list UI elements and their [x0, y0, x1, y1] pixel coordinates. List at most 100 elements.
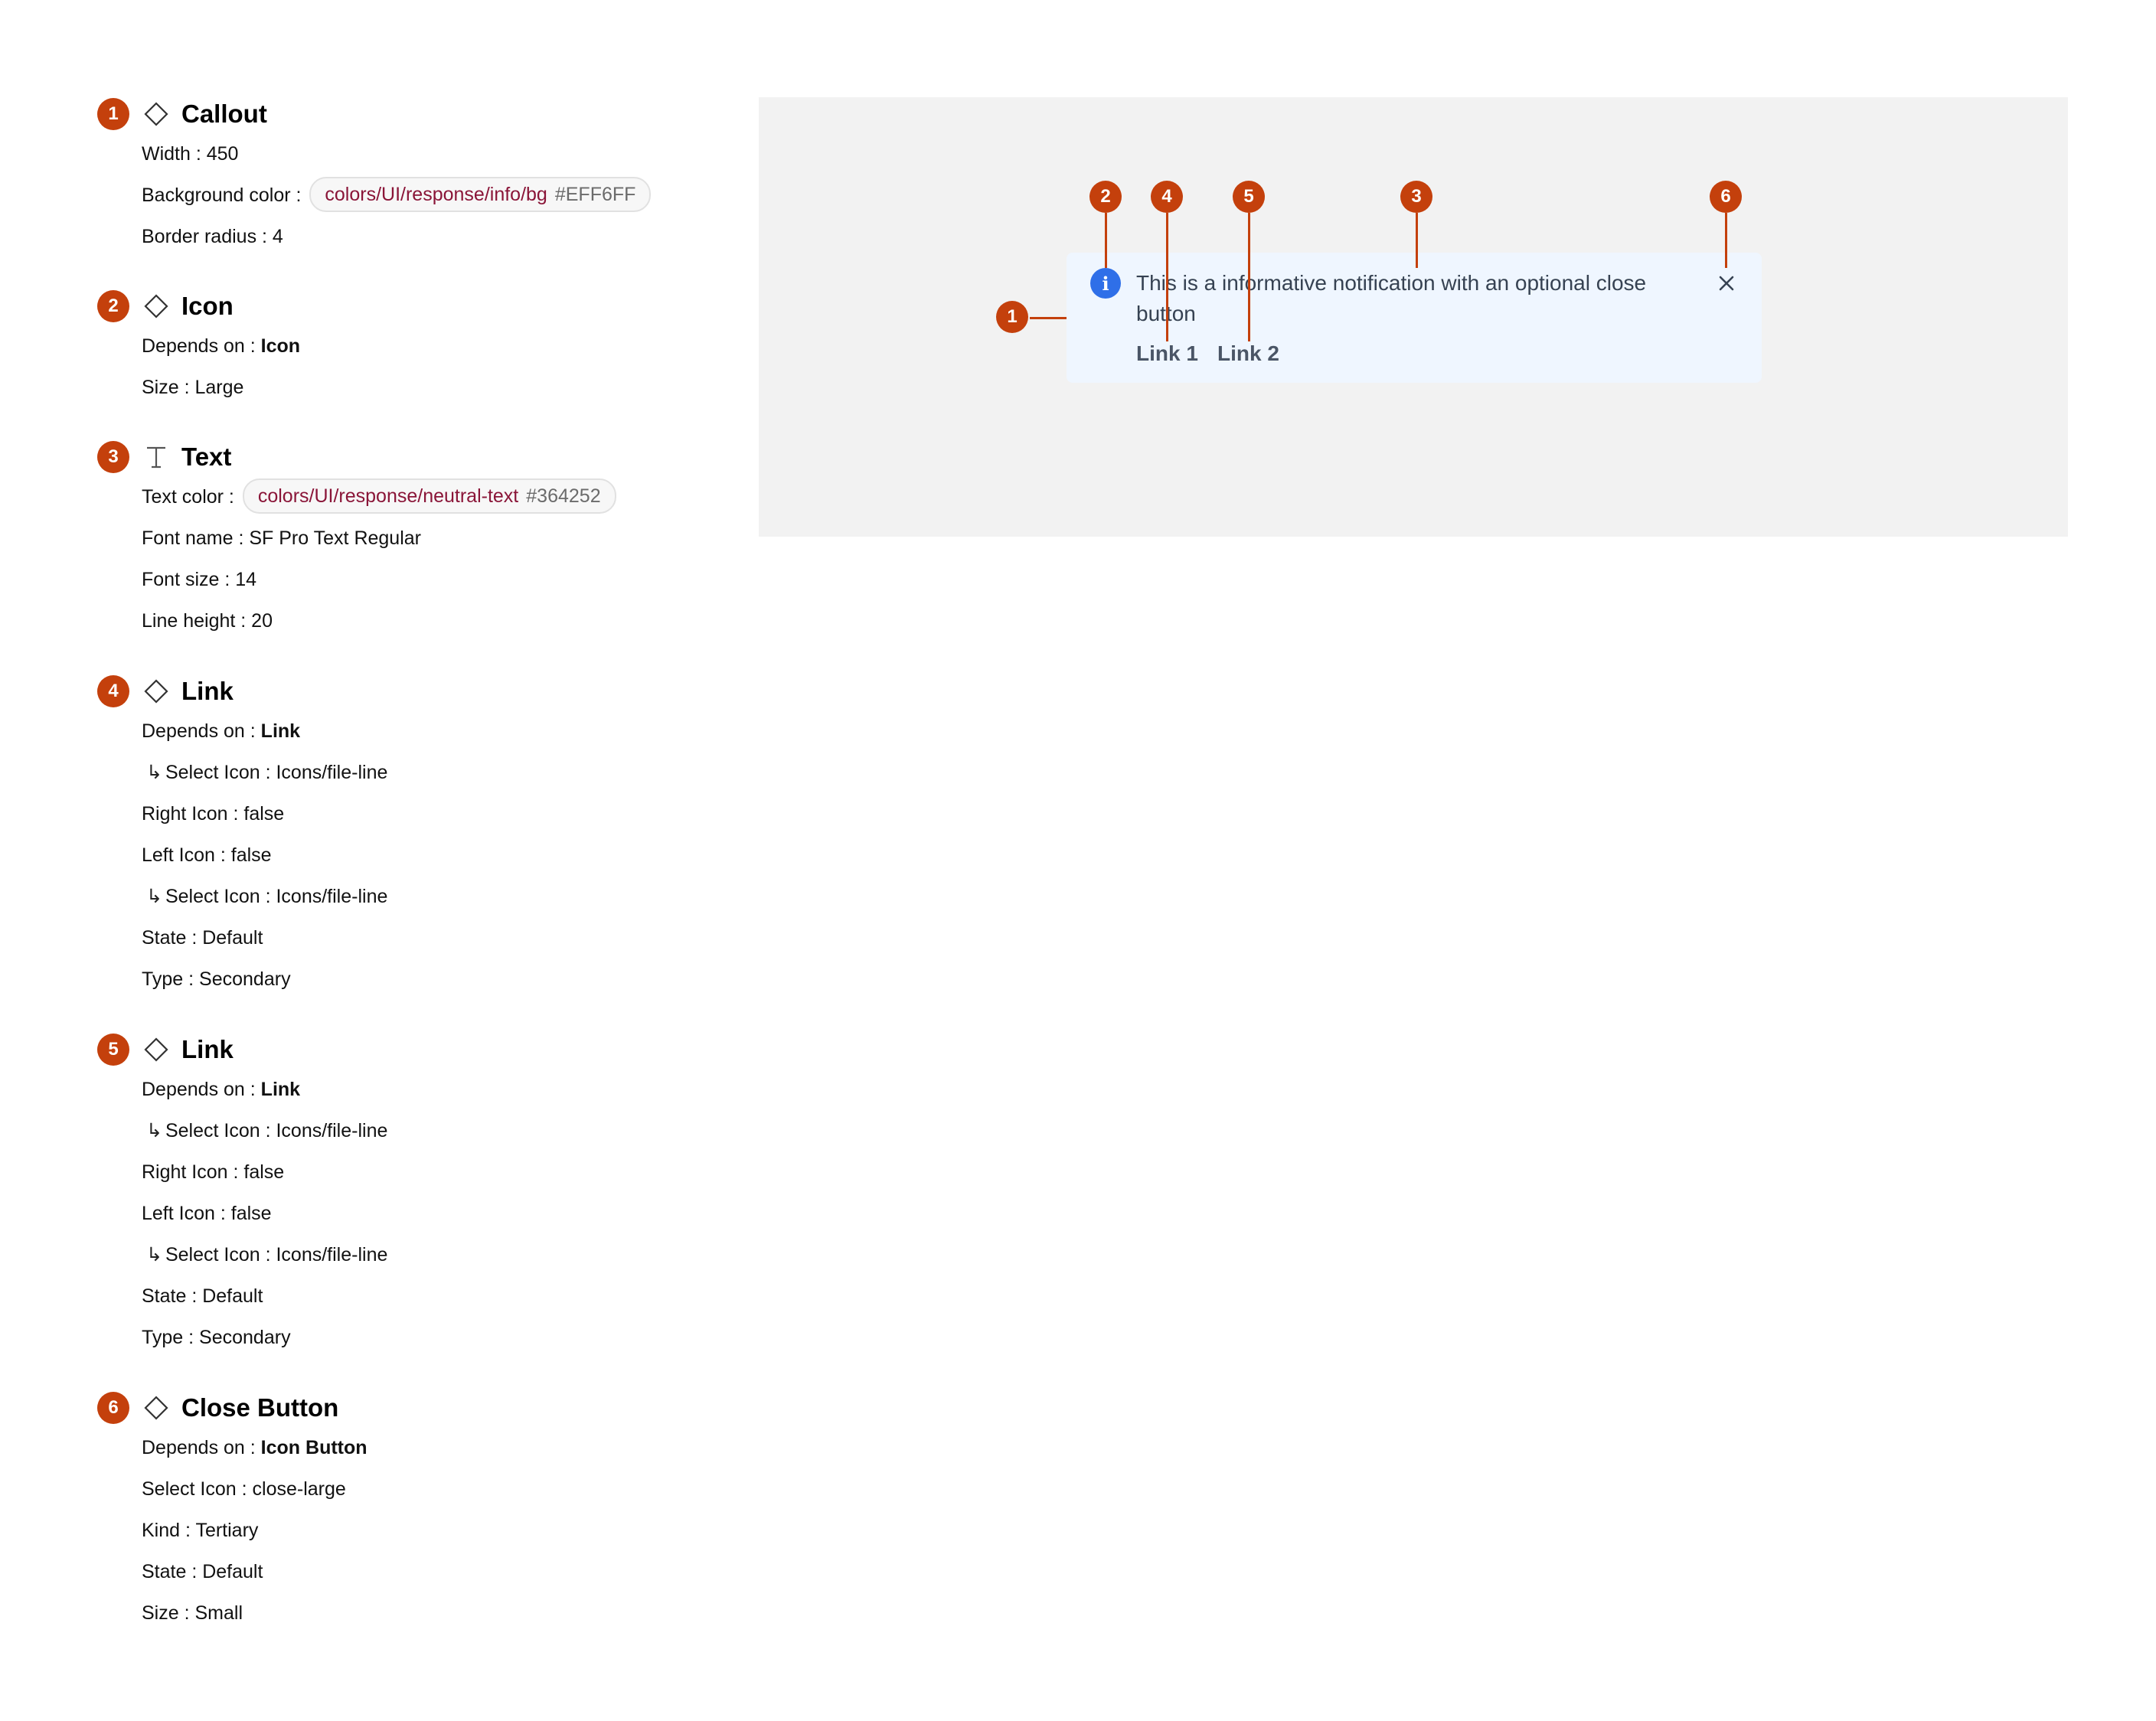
spec-title: Icon [181, 292, 234, 320]
number-badge: 5 [97, 1034, 129, 1066]
prop-label: Size : [142, 377, 190, 398]
prop-label: Border radius : [142, 226, 267, 247]
prop-type: Type : Secondary [142, 1317, 291, 1358]
prop-depends-on: Depends on : Link [142, 1069, 300, 1110]
prop-label: Kind : [142, 1520, 191, 1541]
marker-5: 5 [1233, 181, 1265, 213]
prop-value: Secondary [199, 1327, 291, 1348]
prop-type: Type : Secondary [142, 958, 291, 1000]
link-1[interactable]: Link 1 [1136, 338, 1198, 369]
sub-arrow-icon: ↳ [146, 1244, 162, 1265]
prop-width: Width : 450 [142, 133, 238, 175]
prop-state: State : Default [142, 917, 263, 958]
prop-left-icon: Left Icon : false [142, 834, 272, 876]
spec-header: 1 Callout [97, 98, 771, 130]
prop-label: State : [142, 1561, 198, 1582]
prop-label: Select Icon : [165, 1244, 271, 1265]
prop-value: 450 [206, 143, 239, 165]
sub-arrow-icon: ↳ [146, 886, 162, 907]
prop-label: Type : [142, 1327, 194, 1348]
prop-value: 14 [235, 569, 257, 590]
prop-label: Background color : [142, 185, 302, 206]
spec-header: 5 Link [97, 1034, 771, 1066]
prop-right-icon: Right Icon : false [142, 793, 284, 834]
prop-select-icon: ↳ Select Icon : Icons/file-line [142, 1234, 387, 1275]
prop-value: Tertiary [195, 1520, 259, 1541]
prop-label: Depends on : [142, 1079, 256, 1100]
prop-value: Icons/file-line [276, 762, 388, 783]
prop-value: Icons/file-line [276, 1120, 388, 1141]
leader-line-4 [1166, 213, 1168, 341]
prop-value: false [243, 1161, 285, 1183]
prop-label: Depends on : [142, 335, 256, 357]
prop-text-color: Text color : colors/UI/response/neutral-… [142, 476, 616, 518]
prop-select-icon: Select Icon : close-large [142, 1468, 346, 1510]
token-name: colors/UI/response/neutral-text [257, 485, 519, 508]
prop-value: false [243, 803, 285, 825]
prop-label: Depends on : [142, 720, 256, 742]
prop-value: Icon [260, 335, 301, 357]
spec-link-2: 5 Link Depends on : Link ↳ Select Icon : … [97, 1034, 771, 1348]
prop-value: Link [260, 1079, 301, 1100]
token-hex: #EFF6FF [554, 184, 636, 206]
spec-title: Text [181, 442, 232, 471]
prop-state: State : Default [142, 1551, 263, 1592]
spec-header: 6 Close Button [97, 1392, 771, 1424]
prop-line-height: Line height : 20 [142, 600, 273, 642]
sub-arrow-icon: ↳ [146, 762, 162, 783]
prop-value: Secondary [199, 968, 291, 990]
marker-4: 4 [1151, 181, 1183, 213]
spec-title: Callout [181, 100, 267, 128]
prop-value: Icon Button [260, 1437, 368, 1458]
prop-value: close-large [252, 1478, 346, 1500]
prop-label: State : [142, 1285, 198, 1307]
prop-label: Line height : [142, 610, 247, 632]
color-token: colors/UI/response/neutral-text #364252 [242, 478, 616, 514]
spec-title: Close Button [181, 1393, 339, 1422]
prop-left-icon: Left Icon : false [142, 1193, 272, 1234]
prop-label: Left Icon : [142, 844, 226, 866]
prop-select-icon: ↳ Select Icon : Icons/file-line [142, 752, 387, 793]
number-badge: 2 [97, 290, 129, 322]
prop-value: SF Pro Text Regular [249, 527, 421, 549]
marker-6: 6 [1710, 181, 1742, 213]
spec-close-button: 6 Close Button Depends on : Icon Button … [97, 1392, 771, 1624]
color-token: colors/UI/response/info/bg #EFF6FF [309, 177, 652, 213]
prop-label: Depends on : [142, 1437, 256, 1458]
prop-label: Select Icon : [165, 762, 271, 783]
leader-line-3 [1416, 213, 1418, 268]
prop-value: Small [194, 1602, 243, 1624]
spec-title: Link [181, 1035, 234, 1063]
prop-value: 4 [272, 226, 283, 247]
prop-depends-on: Depends on : Icon Button [142, 1427, 368, 1468]
prop-depends-on: Depends on : Icon [142, 325, 300, 367]
spec-callout: 1 Callout Width : 450 Background color :… [97, 98, 771, 247]
leader-line-2 [1105, 213, 1107, 268]
prop-font-size: Font size : 14 [142, 559, 256, 600]
leader-line-6 [1725, 213, 1727, 268]
prop-label: Size : [142, 1602, 190, 1624]
prop-value: 20 [251, 610, 273, 632]
prop-label: Select Icon : [165, 1120, 271, 1141]
prop-select-icon: ↳ Select Icon : Icons/file-line [142, 876, 387, 917]
marker-2: 2 [1089, 181, 1122, 213]
prop-label: Select Icon : [165, 886, 271, 907]
close-button[interactable] [1711, 268, 1742, 299]
text-t-icon [147, 446, 165, 469]
prop-border-radius: Border radius : 4 [142, 216, 283, 257]
spec-icon: 2 Icon Depends on : Icon Size : Large [97, 290, 771, 398]
spec-header: 2 Icon [97, 290, 771, 322]
spec-text: 3 Text Text color : colors/UI/response/n… [97, 441, 771, 632]
prop-depends-on: Depends on : Link [142, 710, 300, 752]
link-2[interactable]: Link 2 [1217, 338, 1279, 369]
token-name: colors/UI/response/info/bg [325, 184, 547, 206]
spec-link-1: 4 Link Depends on : Link ↳ Select Icon : … [97, 675, 771, 990]
close-icon [1719, 276, 1734, 291]
token-hex: #364252 [526, 485, 601, 508]
prop-value: Default [202, 1561, 263, 1582]
prop-size: Size : Small [142, 1592, 243, 1634]
leader-line-1 [1030, 317, 1067, 319]
prop-label: Type : [142, 968, 194, 990]
prop-label: Font name : [142, 527, 244, 549]
prop-background-color: Background color : colors/UI/response/in… [142, 175, 652, 216]
